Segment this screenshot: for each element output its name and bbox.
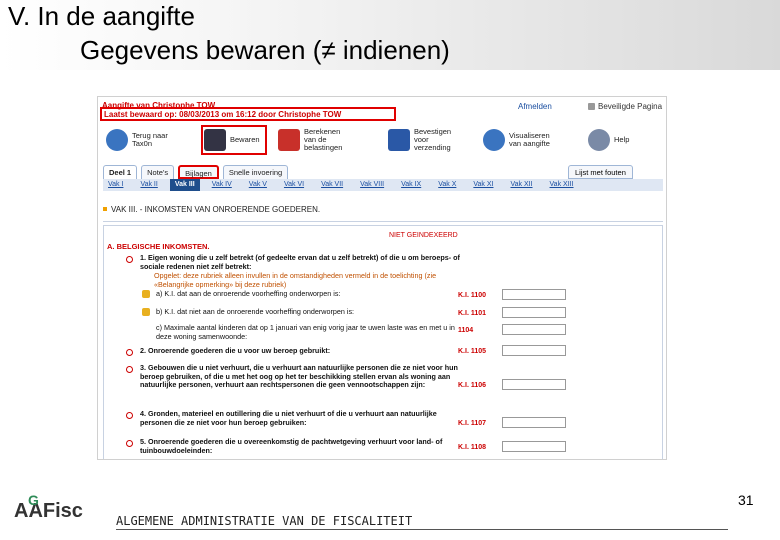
question-1a: a) K.I. dat aan de onroerende voorheffin… <box>156 289 341 298</box>
tab-deel-1[interactable]: Deel 1 <box>103 165 138 179</box>
view-declaration-button[interactable]: Visualiseren van aangifte <box>483 125 550 155</box>
code-1107: K.I. 1107 <box>458 420 487 427</box>
logo-mark: G <box>28 492 39 508</box>
question-1b: b) K.I. dat niet aan de onroerende voorh… <box>156 307 355 316</box>
question-4: 4. Gronden, materieel en outillering die… <box>140 409 437 427</box>
calculate-taxes-label: Berekenen van de belastingen <box>304 127 343 152</box>
code-1104: 1104 <box>458 327 474 334</box>
confirm-send-button[interactable]: Bevestigen voor verzending <box>388 125 451 155</box>
code-1106: K.I. 1106 <box>458 382 487 389</box>
tab-snelle-invoering[interactable]: Snelle invoering <box>222 165 289 179</box>
secure-page-label: Beveiligde Pagina <box>598 102 663 111</box>
lock-icon <box>588 103 595 110</box>
subtab-vak-3[interactable]: Vak III <box>169 179 200 191</box>
page-number: 31 <box>738 492 754 508</box>
code-1105: K.I. 1105 <box>458 348 487 355</box>
subsection-heading: A. BELGISCHE INKOMSTEN. <box>107 242 210 251</box>
code-1100: K.I. 1100 <box>458 292 487 299</box>
info-icon[interactable] <box>126 256 133 263</box>
help-icon[interactable] <box>142 290 150 298</box>
question-3: 3. Gebouwen die u niet verhuurt, die u v… <box>140 363 458 390</box>
footer-divider <box>116 529 728 530</box>
not-indexed-label: NIET GEINDEXEERD <box>389 232 458 239</box>
bullet-icon <box>103 207 107 211</box>
tax-on-web-screenshot: Aangifte van Christophe TOW Laatst bewaa… <box>97 96 667 460</box>
code-1101: K.I. 1101 <box>458 310 487 317</box>
save-label: Bewaren <box>230 135 260 144</box>
tab-error-list[interactable]: Lijst met fouten <box>568 165 633 179</box>
section-heading-text: VAK III. - INKOMSTEN VAN ONROERENDE GOED… <box>111 205 321 214</box>
subtab-vak-6[interactable]: Vak VI <box>279 179 309 191</box>
logout-label: Afmelden <box>518 102 552 111</box>
question-1-note: Opgelet: deze rubriek alleen invullen in… <box>154 271 437 289</box>
question-2: 2. Onroerende goederen die u voor uw ber… <box>140 346 331 355</box>
back-icon <box>106 129 128 151</box>
subtab-vak-8[interactable]: Vak VIII <box>355 179 389 191</box>
save-button[interactable]: Bewaren <box>204 125 260 155</box>
question-1c: c) Maximale aantal kinderen dat op 1 jan… <box>156 323 455 341</box>
calculate-taxes-button[interactable]: Berekenen van de belastingen <box>278 125 342 155</box>
field-1101[interactable] <box>502 307 566 318</box>
help-icon[interactable] <box>142 308 150 316</box>
back-to-taxon-label: Terug naar Tax0n <box>132 131 168 148</box>
subtab-vak-9[interactable]: Vak IX <box>396 179 426 191</box>
field-1105[interactable] <box>502 345 566 356</box>
info-icon[interactable] <box>126 412 133 419</box>
view-declaration-label: Visualiseren van aangifte <box>509 131 550 148</box>
section-heading: VAK III. - INKOMSTEN VAN ONROERENDE GOED… <box>103 205 320 214</box>
subtab-vak-2[interactable]: Vak II <box>135 179 162 191</box>
save-icon <box>204 129 226 151</box>
declaration-topbar: Aangifte van Christophe TOW Laatst bewaa… <box>98 97 666 121</box>
subtab-vak-1[interactable]: Vak I <box>103 179 128 191</box>
income-form: NIET GEINDEXEERD A. BELGISCHE INKOMSTEN.… <box>103 225 663 459</box>
question-5: 5. Onroerende goederen die u overeenkoms… <box>140 437 443 455</box>
calculator-icon <box>278 129 300 151</box>
view-icon <box>483 129 505 151</box>
tab-bar: Deel 1 Note's Bijlagen Snelle invoering <box>103 165 292 179</box>
subtab-vak-12[interactable]: Vak XII <box>505 179 537 191</box>
slide-title: V. In de aangifte <box>8 1 195 31</box>
footer-organization: ALGEMENE ADMINISTRATIE VAN DE FISCALITEI… <box>116 514 413 528</box>
subtab-vak-11[interactable]: Vak XI <box>468 179 498 191</box>
slide-header: V. In de aangifte Gegevens bewaren (≠ in… <box>0 0 780 70</box>
subtab-vak-7[interactable]: Vak VII <box>316 179 348 191</box>
field-1107[interactable] <box>502 417 566 428</box>
tab-notes[interactable]: Note's <box>141 165 175 179</box>
subtab-vak-10[interactable]: Vak X <box>433 179 461 191</box>
info-icon[interactable] <box>126 366 133 373</box>
question-1: 1. Eigen woning die u zelf betrekt (of g… <box>140 253 460 271</box>
secure-page-indicator: Beveiligde Pagina <box>588 102 662 111</box>
confirm-send-label: Bevestigen voor verzending <box>414 127 452 152</box>
subtab-vak-13[interactable]: Vak XIII <box>545 179 579 191</box>
logo-text: AAFisc <box>14 500 83 522</box>
back-to-taxon-button[interactable]: Terug naar Tax0n <box>106 125 168 155</box>
info-icon[interactable] <box>126 440 133 447</box>
toolbar: Terug naar Tax0n Bewaren Berekenen van d… <box>98 125 666 155</box>
subtab-vak-5[interactable]: Vak V <box>244 179 272 191</box>
section-subtabs: Vak I Vak II Vak III Vak IV Vak V Vak VI… <box>103 179 663 191</box>
help-label: Help <box>614 135 630 144</box>
code-1108: K.I. 1108 <box>458 444 487 451</box>
tab-bijlagen[interactable]: Bijlagen <box>178 165 219 179</box>
send-icon <box>388 129 410 151</box>
help-icon <box>588 129 610 151</box>
logout-link[interactable]: Afmelden <box>518 102 552 111</box>
info-icon[interactable] <box>126 349 133 356</box>
subtab-vak-4[interactable]: Vak IV <box>207 179 237 191</box>
last-saved-info: Laatst bewaard op: 08/03/2013 om 16:12 d… <box>104 110 342 119</box>
field-1106[interactable] <box>502 379 566 390</box>
field-1104[interactable] <box>502 324 566 335</box>
slide-subtitle: Gegevens bewaren (≠ indienen) <box>80 35 450 65</box>
help-button[interactable]: Help <box>588 125 629 155</box>
aafisc-logo: G AAFisc <box>14 492 83 523</box>
field-1100[interactable] <box>502 289 566 300</box>
field-1108[interactable] <box>502 441 566 452</box>
section-divider <box>103 221 663 222</box>
